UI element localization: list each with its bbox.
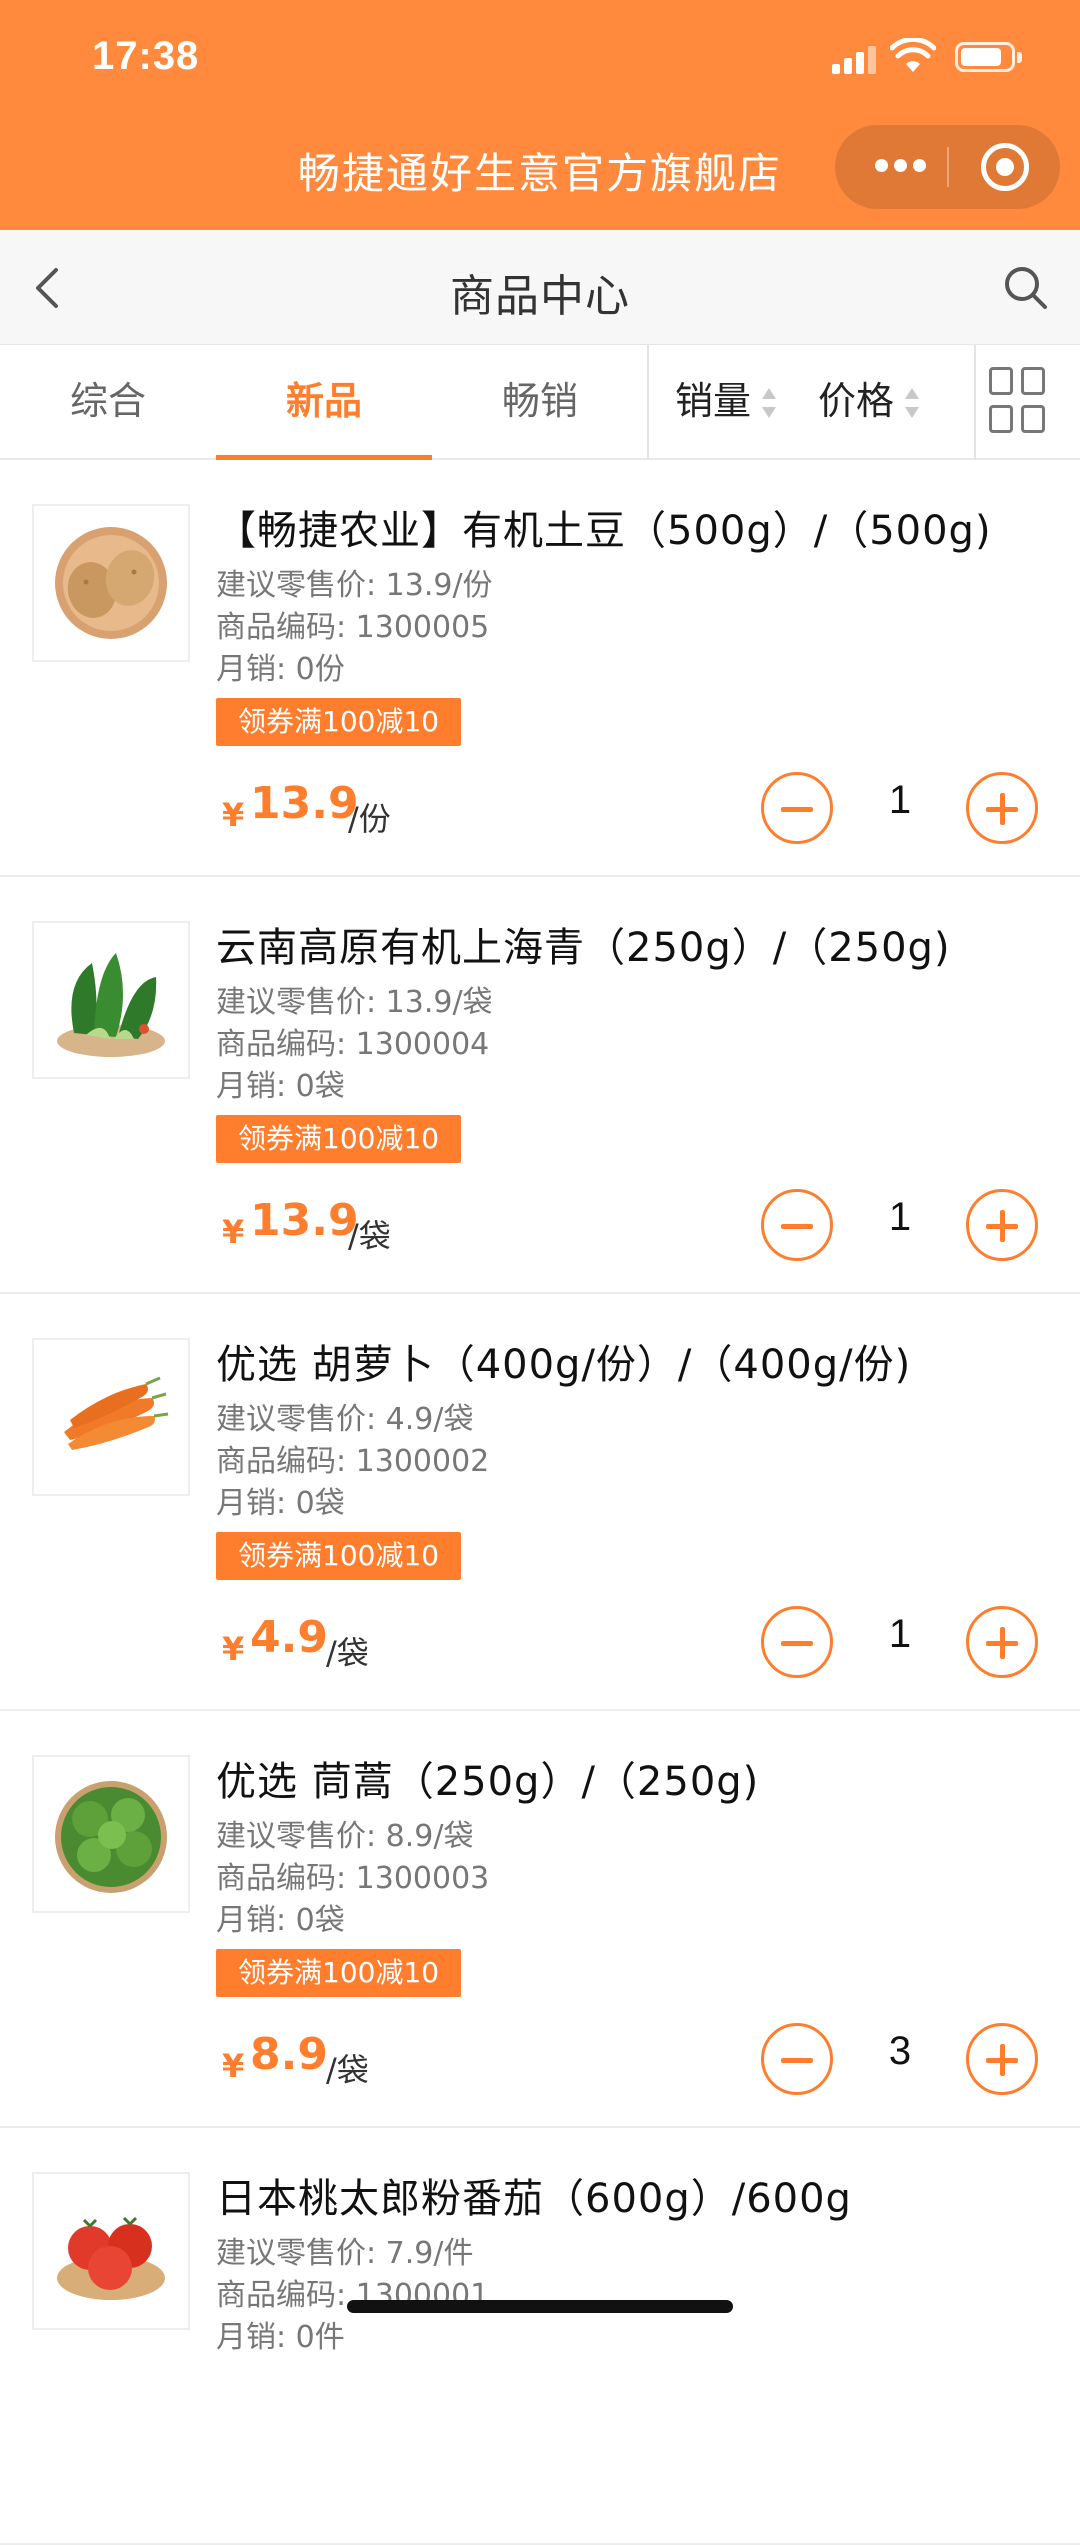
retail-price: 建议零售价: 8.9/袋: [216, 1819, 474, 1854]
product-card[interactable]: 【畅捷农业】有机土豆（500g）/（500g) 建议零售价: 13.9/份 商品…: [0, 460, 1080, 877]
battery-icon: [955, 42, 1022, 72]
capsule-divider: [947, 147, 949, 187]
miniapp-capsule: [835, 125, 1060, 209]
miniapp-title-bar: 畅捷通好生意官方旗舰店: [0, 120, 1080, 230]
price-value: 13.9: [250, 1195, 359, 1246]
status-bar: 17:38: [0, 0, 1080, 120]
currency-symbol: ¥: [222, 796, 245, 834]
retail-price: 建议零售价: 13.9/份: [216, 568, 493, 603]
coupon-badge[interactable]: 领券满100减10: [216, 1949, 462, 1997]
monthly-sales: 月销: 0袋: [216, 1903, 345, 1938]
sort-by-sales[interactable]: 销量: [675, 345, 751, 460]
retail-price: 建议零售价: 7.9/件: [216, 2236, 474, 2271]
sort-arrows-icon: [905, 388, 919, 418]
tab-divider: [974, 345, 976, 460]
product-image-tomato[interactable]: [32, 2172, 190, 2330]
tab-bestselling[interactable]: 畅销: [432, 345, 648, 460]
tab-divider: [647, 345, 649, 460]
price-value: 8.9: [250, 2029, 328, 2080]
monthly-sales: 月销: 0件: [216, 2320, 345, 2355]
status-time: 17:38: [92, 34, 200, 78]
monthly-sales: 月销: 0份: [216, 652, 345, 687]
coupon-badge[interactable]: 领券满100减10: [216, 1532, 462, 1580]
target-circle-icon[interactable]: [981, 143, 1029, 191]
more-dots-icon[interactable]: [875, 159, 927, 175]
monthly-sales: 月销: 0袋: [216, 1069, 345, 1104]
price-unit: /袋: [348, 1217, 391, 1255]
plus-circle-icon[interactable]: [966, 1606, 1038, 1678]
page-title: 商品中心: [450, 271, 630, 322]
coupon-badge[interactable]: 领券满100减10: [216, 1115, 462, 1163]
minus-circle-icon[interactable]: [761, 772, 833, 844]
quantity-value[interactable]: 1: [855, 1612, 945, 1657]
product-image-potato[interactable]: [32, 504, 190, 662]
product-code: 商品编码: 1300005: [216, 610, 490, 645]
home-indicator: [347, 2300, 733, 2313]
tab-comprehensive[interactable]: 综合: [0, 345, 216, 460]
price-value: 4.9: [250, 1612, 328, 1663]
search-icon[interactable]: [998, 260, 1054, 316]
currency-symbol: ¥: [222, 1630, 245, 1668]
product-image-bok-choy[interactable]: [32, 921, 190, 1079]
product-image-greens[interactable]: [32, 1755, 190, 1913]
price-value: 13.9: [250, 778, 359, 829]
monthly-sales: 月销: 0袋: [216, 1486, 345, 1521]
product-card[interactable]: 优选 胡萝卜（400g/份）/（400g/份) 建议零售价: 4.9/袋 商品编…: [0, 1294, 1080, 1711]
sort-arrows-icon: [762, 388, 776, 418]
product-name[interactable]: 优选 茼蒿（250g）/（250g): [216, 1749, 1066, 1807]
quantity-value[interactable]: 1: [855, 778, 945, 823]
product-image-carrot[interactable]: [32, 1338, 190, 1496]
plus-circle-icon[interactable]: [966, 772, 1038, 844]
coupon-badge[interactable]: 领券满100减10: [216, 698, 462, 746]
currency-symbol: ¥: [222, 1213, 245, 1251]
quantity-value[interactable]: 1: [855, 1195, 945, 1240]
product-name[interactable]: 优选 胡萝卜（400g/份）/（400g/份): [216, 1332, 1066, 1390]
currency-symbol: ¥: [222, 2047, 245, 2085]
minus-circle-icon[interactable]: [761, 1606, 833, 1678]
minus-circle-icon[interactable]: [761, 1189, 833, 1261]
page-nav-bar: 商品中心: [0, 230, 1080, 345]
wifi-icon: [890, 38, 936, 72]
minus-circle-icon[interactable]: [761, 2023, 833, 2095]
price-unit: /份: [348, 800, 391, 838]
cellular-signal-icon: [832, 44, 876, 74]
product-name[interactable]: 日本桃太郎粉番茄（600g）/600g: [216, 2166, 1066, 2224]
product-code: 商品编码: 1300002: [216, 1444, 490, 1479]
price-unit: /袋: [326, 1634, 369, 1672]
plus-circle-icon[interactable]: [966, 2023, 1038, 2095]
product-card[interactable]: 优选 茼蒿（250g）/（250g) 建议零售价: 8.9/袋 商品编码: 13…: [0, 1711, 1080, 2128]
retail-price: 建议零售价: 4.9/袋: [216, 1402, 474, 1437]
sort-by-price[interactable]: 价格: [818, 345, 894, 460]
price-unit: /袋: [326, 2051, 369, 2089]
grid-view-icon[interactable]: [989, 367, 1047, 439]
product-name[interactable]: 【畅捷农业】有机土豆（500g）/（500g): [216, 498, 1066, 556]
product-name[interactable]: 云南高原有机上海青（250g）/（250g): [216, 915, 1066, 973]
product-card[interactable]: 云南高原有机上海青（250g）/（250g) 建议零售价: 13.9/袋 商品编…: [0, 877, 1080, 1294]
filter-tabs: 综合 新品 畅销 销量 价格: [0, 345, 1080, 462]
retail-price: 建议零售价: 13.9/袋: [216, 985, 493, 1020]
sort-price-label: 价格: [818, 379, 895, 423]
tab-new[interactable]: 新品: [216, 345, 432, 462]
plus-circle-icon[interactable]: [966, 1189, 1038, 1261]
product-code: 商品编码: 1300004: [216, 1027, 490, 1062]
quantity-value[interactable]: 3: [855, 2029, 945, 2074]
sort-sales-label: 销量: [675, 379, 752, 423]
product-code: 商品编码: 1300003: [216, 1861, 490, 1896]
